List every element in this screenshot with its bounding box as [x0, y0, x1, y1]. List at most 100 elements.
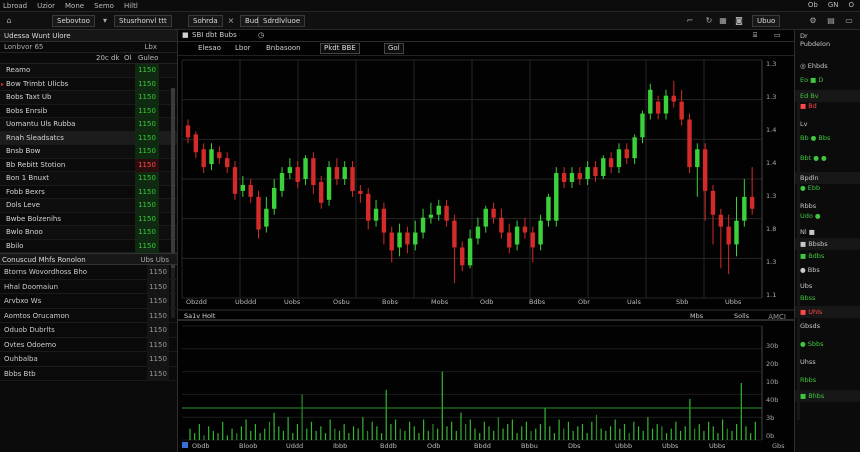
time-sales-row[interactable]: Arvbxo Ws 1150 [0, 294, 177, 309]
watchlist-sub-left: Lonbvor 65 [4, 43, 44, 51]
volume-scale-label: 3b [766, 414, 774, 422]
right-panel-item[interactable]: ■ Uhls [795, 306, 860, 318]
settings-icon[interactable]: ⚙ [808, 15, 818, 27]
watchlist-scroll-thumb[interactable] [171, 88, 175, 268]
volume-scale-label: 10b [766, 378, 778, 386]
time-sales-row[interactable]: Aomtos Orucamon 1150 [0, 308, 177, 323]
watchlist-row[interactable]: Uomantu Uls Rubba 1150 [0, 118, 177, 132]
right-panel-item[interactable]: Uhss [795, 356, 860, 368]
grid-icon[interactable]: ▤ [826, 15, 836, 27]
watchlist-row[interactable]: Bnsb Bow 1150 [0, 145, 177, 159]
volume-time-label: Bloob [239, 442, 257, 450]
watchlist-row[interactable]: Rnah Sleadsatcs 1150 [0, 131, 177, 145]
menu-item-4[interactable]: Semo [94, 2, 114, 10]
watchlist-row[interactable]: Bbilo 1150 [0, 239, 177, 253]
toolbar-button-6[interactable]: Ubuo [752, 15, 781, 27]
watchlist-value: 1150 [135, 212, 159, 226]
right-panel-item[interactable]: Bbss [795, 292, 860, 304]
watchlist-sub-right[interactable]: Lbx [145, 42, 158, 53]
menu-item-3[interactable]: Mone [65, 2, 84, 10]
candle-body [373, 208, 379, 221]
time-sales-value: 1150 [147, 323, 169, 338]
toolbar-button-2[interactable]: Stusrhonvl ttt [114, 15, 172, 27]
right-panel-item[interactable]: Bbt ● ● [795, 152, 860, 164]
right-panel-item[interactable]: ■ Bd [795, 100, 860, 112]
right-panel-item[interactable]: Gbsds [795, 320, 860, 332]
right-panel-item[interactable]: ● Ebb [795, 182, 860, 194]
col-head-c[interactable]: Guleo [138, 53, 158, 64]
right-panel-item[interactable]: ● Sbbs [795, 338, 860, 350]
watchlist-row[interactable]: Bobs Taxt Ub 1150 [0, 91, 177, 105]
time-sales-row[interactable]: Bbbs Btb 1150 [0, 366, 177, 381]
time-sales-row[interactable]: Btorns Wovordhoss Bho 1150 [0, 265, 177, 280]
candle-body [217, 152, 222, 159]
candle-body [185, 125, 191, 138]
calendar-icon[interactable]: ▦ [718, 15, 728, 27]
right-panel-item[interactable]: Ubs [795, 280, 860, 292]
user-icon[interactable]: ◙ [734, 15, 744, 27]
bell-icon[interactable]: ⌐ [685, 15, 695, 27]
menu-item-2[interactable]: Uzior [37, 2, 55, 10]
toolbar: ⌂ Sebovtoo ▾ Stusrhonvl ttt Sohrda × Bud… [0, 12, 860, 30]
time-axis-label: Mobs [431, 298, 449, 306]
candle-body [726, 226, 731, 245]
right-panel-item[interactable]: Rbbs [795, 374, 860, 386]
dropdown-icon[interactable]: ▾ [100, 15, 110, 27]
menu-item-1[interactable]: Lbroad [3, 2, 27, 10]
right-panel-item[interactable]: ◎ Ehbds [795, 60, 860, 72]
right-panel-item[interactable]: Bb ● Bbs [795, 132, 860, 144]
toolbar-button-1[interactable]: Sebovtoo [52, 15, 95, 27]
menubar-right-2[interactable]: GN [828, 1, 839, 9]
col-head-b[interactable]: Ol [124, 53, 131, 64]
watchlist-value: 1150 [135, 77, 159, 91]
time-sales-row[interactable]: Hhal Doomaiun 1150 [0, 279, 177, 294]
price-axis-label: 1.4 [766, 159, 776, 167]
time-sales-row[interactable]: Oduob Dubrlts 1150 [0, 323, 177, 338]
candle-body [538, 220, 543, 245]
watchlist-row[interactable]: Fobb Bexrs 1150 [0, 185, 177, 199]
right-panel-item[interactable]: Lv [795, 118, 860, 130]
time-sales-row[interactable]: Ouhbalba 1150 [0, 352, 177, 367]
candle-body [718, 214, 724, 227]
watchlist-symbol: Bobs Taxt Ub [6, 93, 52, 101]
right-panel-item[interactable]: ■ Bdbs [795, 250, 860, 262]
col-head-a[interactable]: 20c dk [96, 53, 119, 64]
right-panel-item[interactable]: Udo ● [795, 210, 860, 222]
watchlist-row[interactable]: Reamo 1150 [0, 64, 177, 78]
window-icon[interactable]: ▭ [844, 15, 854, 27]
volume-scale-label: 40b [766, 396, 778, 404]
time-sales-rows: Btorns Wovordhoss Bho 1150 Hhal Doomaiun 11… [0, 265, 177, 381]
right-panel-item[interactable]: Eo ■ D [795, 74, 860, 86]
watchlist-row[interactable]: Bwbe Bolzenihs 1150 [0, 212, 177, 226]
candle-body [749, 196, 755, 209]
right-panel-item[interactable]: Nl ■ [795, 226, 860, 238]
candle-body [648, 89, 653, 114]
close-icon[interactable]: × [226, 15, 236, 27]
candle-body [640, 113, 645, 138]
candle-body [319, 181, 324, 203]
watchlist-row[interactable]: Bobs Enrsib 1150 [0, 104, 177, 118]
right-panel-item[interactable]: Pubdelon [795, 38, 860, 50]
candle-body [561, 173, 567, 182]
watchlist-row[interactable]: ▸ Bow Trimbt Ulicbs 1150 [0, 77, 177, 91]
candlestick-chart[interactable]: 1.3 1.3 1.4 1.4 1.3 1.8 1.3 1.1 Obzdd Ubddd Uobs Os… [178, 30, 794, 452]
menubar-right-3[interactable]: O [848, 1, 854, 9]
watchlist-row[interactable]: Bon 1 Bnuxt 1150 [0, 172, 177, 186]
menubar-right-1[interactable]: Ob [808, 1, 818, 9]
time-sales-row[interactable]: Ovtes Odoemo 1150 [0, 337, 177, 352]
right-panel-item[interactable]: ● Bbs [795, 264, 860, 276]
price-axis-label: 1.4 [766, 126, 776, 134]
watchlist-row[interactable]: Bwlo Bnoo 1150 [0, 226, 177, 240]
candle-body [616, 149, 622, 168]
home-icon[interactable]: ⌂ [4, 15, 14, 27]
right-panel-item[interactable]: ■ Bhbs [795, 390, 860, 402]
watchlist-value: 1150 [135, 172, 159, 186]
refresh-icon[interactable]: ↻ [704, 15, 714, 27]
watchlist-row[interactable]: Dols Leve 1150 [0, 199, 177, 213]
toolbar-button-3[interactable]: Sohrda [188, 15, 223, 27]
toolbar-button-5[interactable]: Sdrdlvluoe [258, 15, 306, 27]
menu-item-5[interactable]: Hiltl [124, 2, 138, 10]
candle-body [507, 232, 512, 248]
right-panel-item[interactable]: ■ Bbsbs [795, 238, 860, 250]
watchlist-row[interactable]: Bb Rebitt Stotion 1150 [0, 158, 177, 172]
